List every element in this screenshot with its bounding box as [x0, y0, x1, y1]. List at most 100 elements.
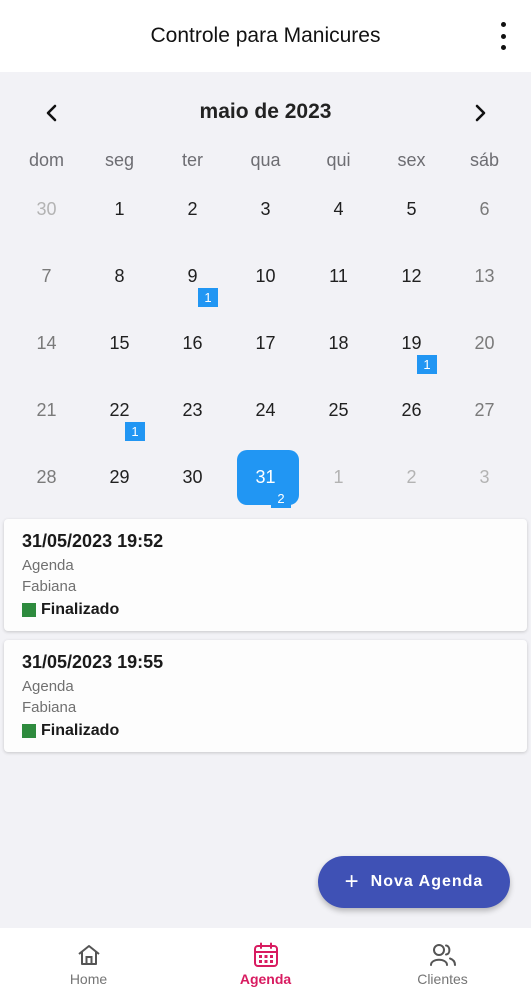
calendar-day[interactable]: 30: [10, 176, 83, 243]
day-number: 7: [41, 266, 52, 286]
event-count-badge: 1: [125, 422, 145, 441]
day-number: 11: [329, 266, 348, 286]
people-icon: [429, 944, 456, 966]
calendar-day[interactable]: 22 1: [83, 377, 156, 444]
calendar-day[interactable]: 18: [302, 310, 375, 377]
appointment-card[interactable]: 31/05/2023 19:52 Agenda Fabiana Finaliza…: [4, 519, 527, 631]
event-count-badge: 1: [417, 355, 437, 374]
next-month-button[interactable]: [465, 98, 495, 128]
calendar-day[interactable]: 29: [83, 444, 156, 511]
calendar-day[interactable]: 4: [302, 176, 375, 243]
calendar-day[interactable]: 91: [156, 243, 229, 310]
new-appointment-button[interactable]: + Nova Agenda: [318, 856, 510, 908]
calendar-day[interactable]: 2: [156, 176, 229, 243]
day-number: 9: [187, 266, 198, 286]
calendar-day[interactable]: 1: [302, 444, 375, 511]
day-number: 25: [328, 400, 349, 420]
day-number: 27: [474, 400, 495, 420]
calendar-day[interactable]: 5: [375, 176, 448, 243]
day-number: 29: [109, 467, 130, 487]
day-number: 14: [36, 333, 57, 353]
calendar-week-row: 28 29 30 31 2 1 2 3: [10, 444, 521, 511]
calendar-week-row: 21 22 1 23 24 25 26 27: [10, 377, 521, 444]
day-number: 5: [406, 199, 417, 219]
calendar-day[interactable]: 15: [83, 310, 156, 377]
nav-item-agenda[interactable]: Agenda: [177, 928, 354, 1000]
day-number: 23: [182, 400, 203, 420]
chevron-right-icon: [475, 104, 486, 122]
calendar-day[interactable]: 14: [10, 310, 83, 377]
calendar-grid: 30 1 2 3 4 5 6 7 8 9 1 10 11 12 13 14 15 16 17 18 19 1 20 21 22 1…: [10, 176, 521, 511]
day-number: 2: [187, 199, 198, 219]
status-indicator: [22, 724, 36, 738]
calendar-day[interactable]: 21: [10, 377, 83, 444]
calendar-day[interactable]: 7: [10, 243, 83, 310]
calendar-day[interactable]: 16: [156, 310, 229, 377]
calendar-week-row: 7 8 9 1 10 11 12 13: [10, 243, 521, 310]
calendar-day[interactable]: 27: [448, 377, 521, 444]
calendar-day[interactable]: 6: [448, 176, 521, 243]
nav-label-home: Home: [69, 971, 108, 987]
calendar-day[interactable]: 3: [229, 176, 302, 243]
day-number: 13: [474, 266, 495, 286]
appointment-type: Agenda: [22, 678, 74, 695]
calendar-day[interactable]: 23: [156, 377, 229, 444]
nav-label-agenda: Agenda: [239, 971, 292, 987]
more-vert-icon[interactable]: [497, 22, 509, 50]
nav-item-clientes[interactable]: Clientes: [354, 928, 531, 1000]
calendar-day-selected[interactable]: 31 2: [229, 444, 302, 511]
day-number: 10: [255, 266, 276, 286]
day-number: 8: [114, 266, 125, 286]
calendar-day[interactable]: 12: [375, 243, 448, 310]
day-number: 22: [109, 400, 130, 420]
day-number: 16: [182, 333, 203, 353]
calendar-day[interactable]: 30: [156, 444, 229, 511]
day-number: 17: [255, 333, 276, 353]
calendar-day[interactable]: 20: [448, 310, 521, 377]
day-number: 3: [479, 467, 490, 487]
calendar-day[interactable]: 8: [83, 243, 156, 310]
day-number: 20: [474, 333, 495, 353]
plus-icon: +: [344, 868, 359, 895]
calendar-day[interactable]: 26: [375, 377, 448, 444]
calendar-day[interactable]: 24: [229, 377, 302, 444]
appointment-client: Fabiana: [22, 699, 77, 716]
day-number: 15: [109, 333, 130, 353]
day-number: 12: [401, 266, 422, 286]
app-title: Controle para Manicures: [150, 24, 381, 47]
calendar-day[interactable]: 25: [302, 377, 375, 444]
day-number: 1: [114, 199, 125, 219]
appointment-status: Finalizado: [22, 601, 119, 619]
calendar-week-row: 14 15 16 17 18 19 1 20: [10, 310, 521, 377]
calendar-day[interactable]: 3: [448, 444, 521, 511]
day-number: 21: [36, 400, 57, 420]
event-count-badge: 1: [198, 288, 218, 307]
calendar-day[interactable]: 19 1: [375, 310, 448, 377]
nav-label-clientes: Clientes: [417, 971, 468, 987]
calendar-day[interactable]: 1: [83, 176, 156, 243]
day-number: 6: [479, 199, 490, 219]
calendar-header: maio de 2023: [0, 92, 531, 134]
day-number: 26: [401, 400, 422, 420]
home-icon: [77, 945, 100, 965]
nav-item-home[interactable]: Home: [0, 928, 177, 1000]
calendar-day[interactable]: 2: [375, 444, 448, 511]
day-number: 1: [333, 467, 344, 487]
appointment-datetime: 31/05/2023 19:52: [22, 531, 164, 551]
calendar-week-row: 30 1 2 3 4 5 6: [10, 176, 521, 243]
day-number: 18: [328, 333, 349, 353]
day-number: 30: [182, 467, 203, 487]
calendar-day[interactable]: 28: [10, 444, 83, 511]
status-indicator: [22, 603, 36, 617]
month-label: maio de 2023: [199, 100, 332, 123]
status-label: Finalizado: [41, 722, 120, 739]
calendar-day[interactable]: 10: [229, 243, 302, 310]
day-number: 19: [401, 333, 422, 353]
calendar-day[interactable]: 17: [229, 310, 302, 377]
day-number: 4: [333, 199, 344, 219]
calendar-day[interactable]: 11: [302, 243, 375, 310]
appointment-datetime: 31/05/2023 19:55: [22, 652, 164, 672]
calendar-day[interactable]: 13: [448, 243, 521, 310]
appointment-card[interactable]: 31/05/2023 19:55 Agenda Fabiana Finaliza…: [4, 640, 527, 752]
day-number: 30: [36, 199, 57, 219]
